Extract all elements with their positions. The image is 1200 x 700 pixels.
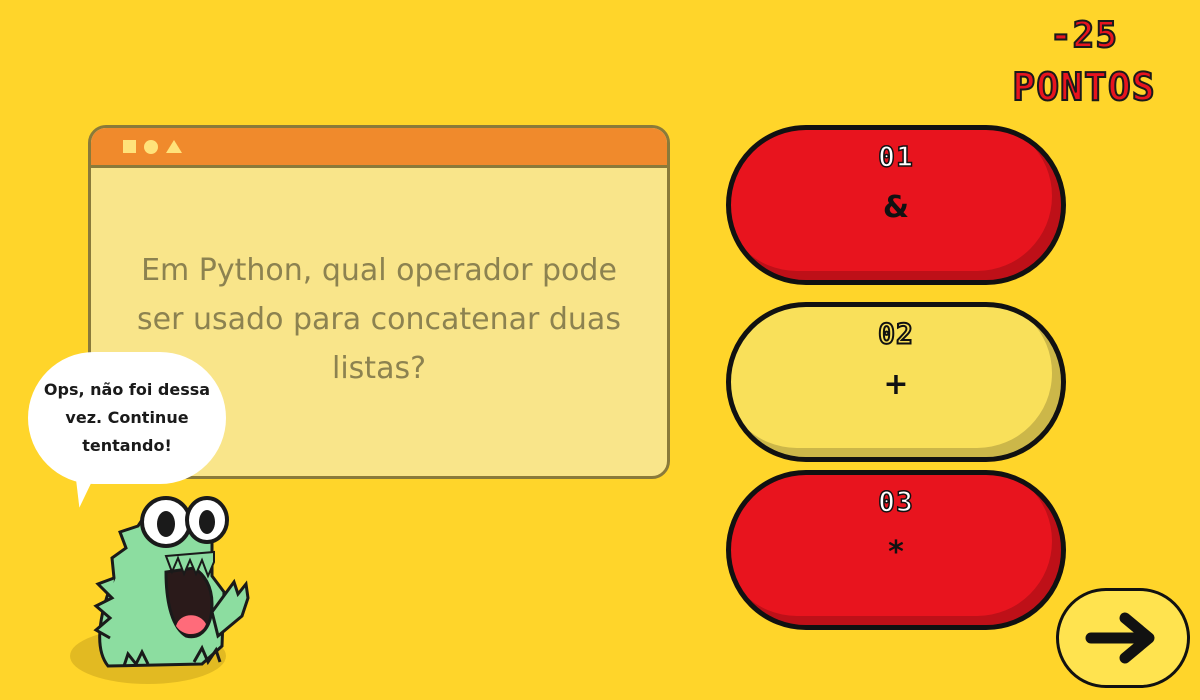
score-value: -25 bbox=[1049, 15, 1119, 56]
square-icon bbox=[123, 140, 136, 153]
score-label: PONTOS bbox=[1011, 65, 1156, 109]
answer-option-3[interactable]: 03 * bbox=[726, 470, 1066, 630]
next-button[interactable] bbox=[1056, 588, 1190, 688]
answer-option-1[interactable]: 01 & bbox=[726, 125, 1066, 285]
answer-symbol: & bbox=[882, 190, 910, 225]
circle-icon bbox=[144, 139, 158, 154]
answer-option-2[interactable]: 02 + bbox=[726, 302, 1066, 462]
monster-mascot-icon bbox=[70, 496, 250, 684]
answer-number: 02 bbox=[877, 316, 914, 351]
speech-bubble: Ops, não foi dessa vez. Continue tentand… bbox=[28, 352, 226, 484]
triangle-icon bbox=[166, 140, 182, 153]
answer-number: 01 bbox=[877, 139, 914, 174]
answer-symbol: * bbox=[888, 535, 904, 570]
answer-symbol: + bbox=[883, 367, 909, 402]
question-window-bar bbox=[91, 128, 667, 168]
feedback-message: Ops, não foi dessa vez. Continue tentand… bbox=[43, 380, 211, 455]
arrow-right-icon bbox=[1085, 612, 1155, 664]
score-display: -25 PONTOS bbox=[994, 15, 1174, 109]
answer-number: 03 bbox=[877, 484, 914, 519]
